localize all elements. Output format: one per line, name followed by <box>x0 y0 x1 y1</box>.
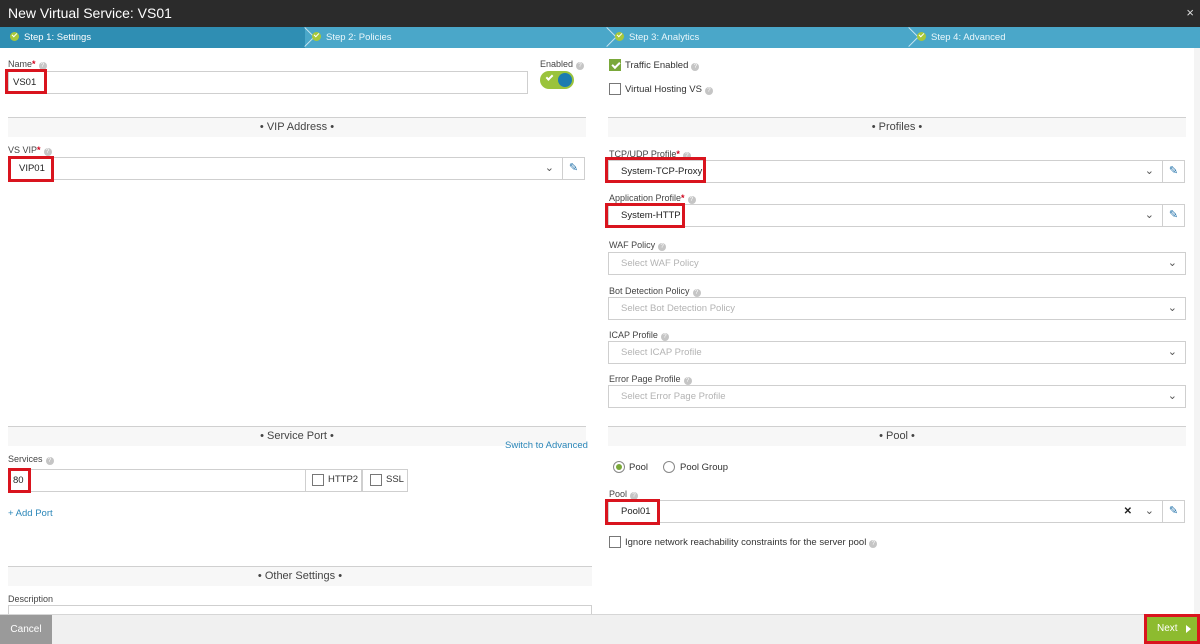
help-icon: ? <box>692 289 701 297</box>
error-page-profile-label: Error Page Profile? <box>609 374 692 385</box>
help-icon: ? <box>683 377 692 385</box>
highlight-box <box>605 157 706 183</box>
check-circle-icon <box>615 32 624 41</box>
highlight-box <box>8 156 54 182</box>
services-port-input[interactable]: 80 <box>8 469 306 492</box>
add-port-link[interactable]: + Add Port <box>8 508 53 519</box>
traffic-enabled-label: Traffic Enabled? <box>625 60 700 71</box>
icap-profile-select[interactable]: Select ICAP Profile ⌄ <box>608 341 1186 364</box>
check-icon <box>545 73 554 81</box>
virtual-hosting-label: Virtual Hosting VS? <box>625 84 713 95</box>
help-icon: ? <box>45 457 54 465</box>
footer-bar <box>0 614 1200 644</box>
other-settings-section-title: • Other Settings • <box>257 570 343 582</box>
help-icon: ? <box>660 333 669 341</box>
vs-vip-select[interactable]: VIP01 ⌄ <box>8 157 563 180</box>
pool-section-title: • Pool • <box>879 430 915 442</box>
edit-pencil-icon[interactable]: ✎ <box>1163 500 1185 523</box>
enabled-label: Enabled? <box>540 59 585 70</box>
ssl-label: SSL <box>386 474 404 485</box>
http2-label: HTTP2 <box>328 474 359 485</box>
help-icon: ? <box>704 87 713 95</box>
name-input[interactable]: VS01 <box>8 71 528 94</box>
tab-step-1[interactable]: Step 1: Settings <box>0 27 305 48</box>
help-icon: ? <box>687 196 696 204</box>
clear-icon[interactable]: ✕ <box>1124 501 1132 522</box>
bot-detection-policy-label: Bot Detection Policy? <box>609 286 701 297</box>
chevron-down-icon: ⌄ <box>1167 346 1177 358</box>
scrollbar[interactable] <box>1194 48 1200 614</box>
chevron-down-icon: ⌄ <box>1167 302 1177 314</box>
edit-pencil-icon[interactable]: ✎ <box>563 157 585 180</box>
traffic-enabled-checkbox[interactable] <box>609 59 621 71</box>
wizard-steps: Step 1: Settings Step 2: Policies Step 3… <box>0 27 1200 48</box>
toggle-knob <box>558 73 572 87</box>
step-divider <box>598 27 612 48</box>
chevron-down-icon: ⌄ <box>1167 390 1177 402</box>
highlight-box <box>5 69 47 94</box>
highlight-box <box>8 468 31 493</box>
profiles-section-title: • Profiles • <box>871 121 923 133</box>
pool-group-radio-label: Pool Group <box>680 462 729 473</box>
step-divider <box>900 27 914 48</box>
waf-policy-select[interactable]: Select WAF Policy ⌄ <box>608 252 1186 275</box>
pool-select[interactable]: Pool01 ✕ ⌄ <box>608 500 1163 523</box>
title-bar: New Virtual Service: VS01 × <box>0 0 1200 27</box>
description-label: Description <box>8 594 54 604</box>
icap-profile-label: ICAP Profile? <box>609 330 669 341</box>
error-page-profile-select[interactable]: Select Error Page Profile ⌄ <box>608 385 1186 408</box>
chevron-down-icon: ⌄ <box>1144 505 1154 517</box>
tab-step-4[interactable]: Step 4: Advanced <box>917 27 1187 48</box>
chevron-down-icon: ⌄ <box>1144 209 1154 221</box>
switch-to-advanced-link[interactable]: Switch to Advanced <box>505 440 588 451</box>
http2-checkbox[interactable] <box>312 474 324 486</box>
application-profile-select[interactable]: System-HTTP ⌄ <box>608 204 1163 227</box>
ignore-reachability-label: Ignore network reachability constraints … <box>625 537 878 548</box>
help-icon: ? <box>658 243 667 251</box>
help-icon: ? <box>576 62 585 70</box>
check-circle-icon <box>917 32 926 41</box>
highlight-box <box>1144 614 1200 644</box>
chevron-down-icon: ⌄ <box>544 162 554 174</box>
cancel-button[interactable]: Cancel <box>0 615 52 644</box>
edit-pencil-icon[interactable]: ✎ <box>1163 204 1185 227</box>
vip-section-title: • VIP Address • <box>259 121 335 133</box>
check-circle-icon <box>10 32 19 41</box>
highlight-box <box>605 203 685 228</box>
chevron-down-icon: ⌄ <box>1144 165 1154 177</box>
services-label: Services? <box>8 454 54 465</box>
enabled-toggle[interactable] <box>540 71 574 89</box>
pool-radio[interactable] <box>613 461 625 473</box>
pool-group-radio[interactable] <box>663 461 675 473</box>
ssl-checkbox[interactable] <box>370 474 382 486</box>
bot-detection-policy-select[interactable]: Select Bot Detection Policy ⌄ <box>608 297 1186 320</box>
help-icon: ? <box>43 148 52 156</box>
close-icon[interactable]: × <box>1186 5 1194 20</box>
highlight-box <box>605 499 660 525</box>
virtual-hosting-checkbox[interactable] <box>609 83 621 95</box>
check-circle-icon <box>312 32 321 41</box>
tab-step-2[interactable]: Step 2: Policies <box>312 27 602 48</box>
help-icon: ? <box>869 540 878 548</box>
tab-step-3[interactable]: Step 3: Analytics <box>615 27 905 48</box>
service-port-section-title: • Service Port • <box>260 430 334 442</box>
chevron-down-icon: ⌄ <box>1167 257 1177 269</box>
ignore-reachability-checkbox[interactable] <box>609 536 621 548</box>
waf-policy-label: WAF Policy? <box>609 240 667 251</box>
edit-pencil-icon[interactable]: ✎ <box>1163 160 1185 183</box>
vs-vip-label: VS VIP*? <box>8 145 52 156</box>
pool-radio-label: Pool <box>629 462 649 473</box>
step-divider <box>296 27 310 48</box>
help-icon: ? <box>691 63 700 71</box>
window-title: New Virtual Service: VS01 <box>8 5 172 21</box>
